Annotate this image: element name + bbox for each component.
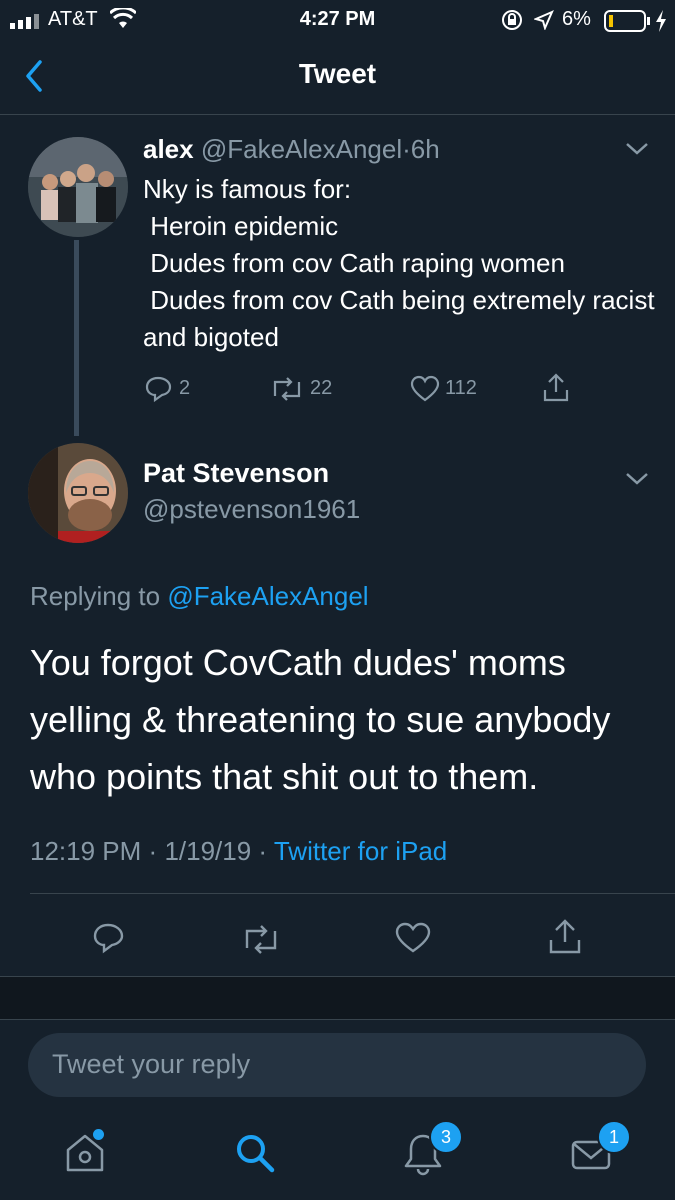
reply-placeholder: Tweet your reply — [52, 1049, 251, 1079]
battery-icon — [604, 9, 652, 39]
replying-to-link[interactable]: @FakeAlexAngel — [167, 581, 368, 611]
replying-to-line: Replying to @FakeAlexAngel — [30, 581, 369, 612]
retweet-icon[interactable] — [240, 924, 282, 959]
thread-connector — [74, 240, 79, 436]
author-handle[interactable]: @FakeAlexAngel — [201, 134, 402, 164]
author-name[interactable]: alex — [143, 134, 194, 164]
top-bar: Tweet — [0, 40, 675, 115]
like-count: 112 — [445, 377, 477, 399]
messages-badge: 1 — [597, 1120, 631, 1154]
share-icon[interactable] — [547, 918, 583, 961]
reply-count: 2 — [179, 377, 191, 399]
heart-icon[interactable] — [410, 375, 440, 408]
reply-icon[interactable] — [90, 920, 126, 961]
avatar[interactable] — [28, 443, 128, 543]
avatar[interactable] — [28, 137, 128, 237]
battery-percent: 6% — [562, 8, 591, 30]
separator-dot: · — [258, 836, 268, 866]
retweet-icon[interactable] — [269, 376, 305, 407]
retweet-count: 22 — [310, 377, 333, 399]
charging-icon — [654, 10, 668, 38]
home-new-dot — [93, 1129, 104, 1140]
parent-tweet-header: alex @FakeAlexAngel·6h — [143, 134, 440, 165]
divider — [0, 1019, 675, 1020]
search-icon[interactable] — [232, 1130, 278, 1181]
tweet-time: 12:19 PM — [30, 836, 142, 866]
page-title: Tweet — [298, 58, 377, 89]
rotation-lock-icon — [500, 8, 524, 38]
bottom-nav: 3 1 — [0, 1110, 675, 1200]
parent-tweet-actions: 2 22 112 — [143, 372, 643, 408]
notifications-badge: 3 — [429, 1120, 463, 1154]
chevron-down-icon[interactable] — [625, 142, 649, 161]
main-tweet-text: You forgot CovCath dudes' moms yelling &… — [30, 642, 611, 797]
tweet-meta: 12:19 PM · 1/19/19 · Twitter for iPad — [30, 836, 447, 867]
reply-input[interactable]: Tweet your reply — [28, 1033, 646, 1097]
parent-tweet-text: Nky is famous for: Heroin epidemic Dudes… — [143, 174, 655, 352]
heart-icon[interactable] — [395, 922, 431, 959]
tweet-source[interactable]: Twitter for iPad — [274, 836, 447, 866]
replying-prefix: Replying to — [30, 581, 161, 611]
location-icon — [533, 10, 554, 36]
reply-icon[interactable] — [143, 374, 173, 409]
tweet-date: 1/19/19 — [164, 836, 252, 866]
divider — [30, 893, 675, 894]
main-author-name[interactable]: Pat Stevenson — [143, 458, 329, 489]
main-tweet-actions — [0, 916, 675, 966]
main-author-handle[interactable]: @pstevenson1961 — [143, 494, 360, 525]
share-icon[interactable] — [541, 372, 571, 409]
chevron-down-icon[interactable] — [625, 472, 649, 491]
separator-dot: · — [402, 134, 411, 164]
separator-band — [0, 977, 675, 1019]
status-bar: AT&T 4:27 PM 6% — [0, 0, 675, 40]
tweet-age: 6h — [410, 134, 440, 164]
separator-dot: · — [148, 836, 158, 866]
